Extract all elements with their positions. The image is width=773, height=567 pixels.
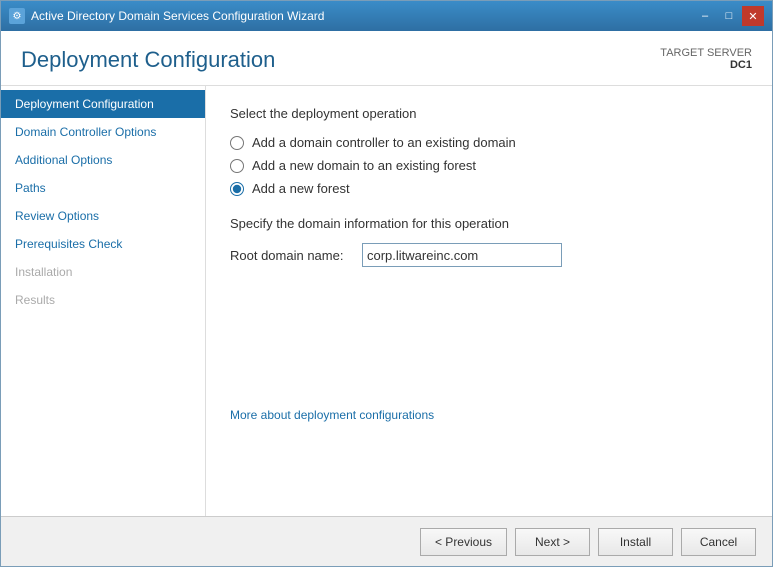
radio-group: Add a domain controller to an existing d…	[230, 135, 748, 196]
domain-section: Specify the domain information for this …	[230, 216, 748, 267]
previous-button[interactable]: < Previous	[420, 528, 507, 556]
sidebar-item-results: Results	[1, 286, 205, 314]
sidebar: Deployment Configuration Domain Controll…	[1, 86, 206, 516]
title-bar-left: ⚙ Active Directory Domain Services Confi…	[9, 8, 324, 24]
right-panel: Select the deployment operation Add a do…	[206, 86, 772, 516]
radio-add-forest-input[interactable]	[230, 182, 244, 196]
radio-add-controller-input[interactable]	[230, 136, 244, 150]
target-server-info: TARGET SERVER DC1	[660, 47, 752, 71]
next-button[interactable]: Next >	[515, 528, 590, 556]
maximize-button[interactable]: □	[718, 6, 740, 26]
sidebar-item-deployment-configuration[interactable]: Deployment Configuration	[1, 90, 205, 118]
radio-add-controller[interactable]: Add a domain controller to an existing d…	[230, 135, 748, 150]
content-area: Deployment Configuration TARGET SERVER D…	[1, 31, 772, 516]
main-content: Deployment Configuration Domain Controll…	[1, 86, 772, 516]
domain-section-title: Specify the domain information for this …	[230, 216, 748, 231]
close-button[interactable]: ✕	[742, 6, 764, 26]
window-title: Active Directory Domain Services Configu…	[31, 9, 324, 23]
page-title: Deployment Configuration	[21, 47, 275, 73]
help-link[interactable]: More about deployment configurations	[230, 408, 434, 422]
header-section: Deployment Configuration TARGET SERVER D…	[1, 31, 772, 86]
radio-add-domain-input[interactable]	[230, 159, 244, 173]
sidebar-item-additional-options[interactable]: Additional Options	[1, 146, 205, 174]
sidebar-item-domain-controller-options[interactable]: Domain Controller Options	[1, 118, 205, 146]
domain-label: Root domain name:	[230, 248, 350, 263]
sidebar-item-installation: Installation	[1, 258, 205, 286]
deployment-section-title: Select the deployment operation	[230, 106, 748, 121]
minimize-button[interactable]: –	[694, 6, 716, 26]
target-server-name: DC1	[660, 59, 752, 71]
application-window: ⚙ Active Directory Domain Services Confi…	[0, 0, 773, 567]
domain-field: Root domain name:	[230, 243, 748, 267]
link-section: More about deployment configurations	[230, 387, 748, 422]
radio-add-forest[interactable]: Add a new forest	[230, 181, 748, 196]
root-domain-input[interactable]	[362, 243, 562, 267]
title-bar: ⚙ Active Directory Domain Services Confi…	[1, 1, 772, 31]
window-controls: – □ ✕	[694, 6, 764, 26]
sidebar-item-paths[interactable]: Paths	[1, 174, 205, 202]
sidebar-item-prerequisites-check[interactable]: Prerequisites Check	[1, 230, 205, 258]
install-button[interactable]: Install	[598, 528, 673, 556]
app-icon: ⚙	[9, 8, 25, 24]
target-server-label: TARGET SERVER	[660, 47, 752, 59]
cancel-button[interactable]: Cancel	[681, 528, 756, 556]
sidebar-item-review-options[interactable]: Review Options	[1, 202, 205, 230]
footer: < Previous Next > Install Cancel	[1, 516, 772, 566]
radio-add-domain[interactable]: Add a new domain to an existing forest	[230, 158, 748, 173]
